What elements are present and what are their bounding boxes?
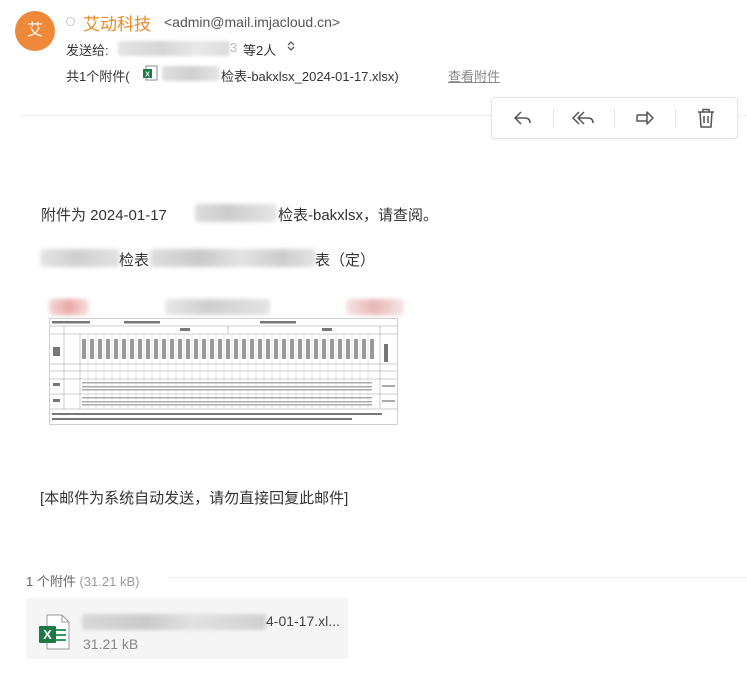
attachment-filesize: 31.21 kB: [83, 636, 139, 652]
forward-button[interactable]: [614, 98, 675, 138]
attachment-summary-label: 共1个附件(: [66, 69, 130, 84]
attachments-count: 1 个附件 (31.21 kB): [26, 571, 139, 590]
recipients-count[interactable]: 等2人: [243, 40, 276, 59]
body-line-1-prefix: 附件为 2024-01-17: [41, 207, 167, 224]
delete-icon: [697, 108, 714, 128]
delete-button[interactable]: [675, 98, 736, 138]
image-caption-redacted: [346, 299, 404, 315]
sender-avatar[interactable]: 艾: [15, 11, 55, 51]
excel-file-icon: X: [143, 65, 158, 81]
image-caption-redacted: [49, 299, 89, 315]
reply-icon: [513, 111, 531, 125]
excel-file-icon: X: [38, 614, 70, 650]
attachments-total-size: (31.21 kB): [79, 574, 140, 589]
recipients-label: 发送给:: [66, 43, 109, 58]
recipients-redacted: [118, 41, 230, 56]
svg-text:X: X: [43, 627, 52, 642]
reply-all-button[interactable]: [553, 98, 614, 138]
attachments-count-label: 1 个附件: [26, 574, 76, 589]
body-line-2-part2: 表（定）: [315, 252, 376, 269]
unread-dot: [66, 17, 75, 26]
reply-all-icon: [571, 111, 594, 125]
body-redacted-2: [40, 249, 120, 267]
body-redacted-3: [150, 249, 316, 267]
embedded-spreadsheet-image: [49, 318, 398, 425]
svg-text:X: X: [145, 71, 150, 78]
image-caption-redacted: [165, 299, 270, 315]
forward-icon: [635, 111, 654, 125]
view-attachments-link[interactable]: 查看附件: [448, 66, 500, 85]
attachments-divider: [170, 577, 747, 578]
body-redacted-1: [195, 204, 277, 222]
recipients-digit: 3: [230, 40, 238, 55]
auto-send-notice: [本邮件为系统自动发送，请勿直接回复此邮件]: [40, 490, 349, 507]
attachment-filename-redacted: [82, 614, 266, 630]
body-line-2-part1: 检表: [119, 252, 150, 269]
body-line-1-suffix: 检表-bakxlsx，请查阅。: [278, 207, 439, 224]
sender-name[interactable]: 艾动科技: [83, 10, 151, 35]
attachment-name-redacted: [162, 66, 220, 81]
attachment-filename[interactable]: 4-01-17.xl...: [266, 613, 340, 629]
sender-email[interactable]: <admin@mail.imjacloud.cn>: [164, 14, 340, 30]
reply-button[interactable]: [492, 98, 553, 138]
expand-recipients-icon[interactable]: [286, 40, 296, 55]
message-toolbar: [491, 97, 738, 139]
attachment-summary-name: 检表-bakxlsx_2024-01-17.xlsx): [221, 69, 399, 84]
